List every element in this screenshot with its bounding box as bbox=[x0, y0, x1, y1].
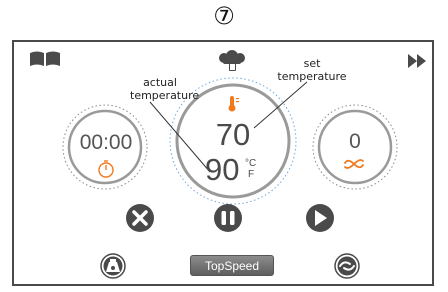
actual-temperature-label: actual temperature bbox=[130, 76, 200, 102]
speed-value: 0 bbox=[349, 130, 361, 153]
actual-label-line1: actual bbox=[143, 76, 177, 89]
set-label-line1: set bbox=[303, 57, 321, 70]
actual-label-line2: temperature bbox=[130, 89, 200, 102]
recipe-book-icon[interactable] bbox=[30, 51, 60, 67]
set-temperature-label: set temperature bbox=[272, 57, 352, 83]
unit-celsius: °C bbox=[245, 158, 257, 169]
pause-button[interactable] bbox=[214, 204, 242, 232]
set-label-line2: temperature bbox=[277, 70, 347, 83]
fast-forward-icon[interactable] bbox=[408, 54, 426, 68]
actual-temperature-value: 90 bbox=[205, 152, 240, 187]
chef-hat-icon[interactable] bbox=[219, 50, 245, 71]
cancel-button[interactable] bbox=[126, 204, 154, 232]
timer-value: 00:00 bbox=[79, 131, 133, 154]
play-button[interactable] bbox=[306, 204, 334, 232]
topspeed-button[interactable]: TopSpeed bbox=[190, 255, 274, 276]
set-temperature-value: 70 bbox=[215, 117, 251, 152]
turbo-button[interactable] bbox=[334, 253, 360, 279]
scale-button[interactable] bbox=[100, 253, 126, 279]
unit-fahrenheit: F bbox=[248, 169, 255, 180]
